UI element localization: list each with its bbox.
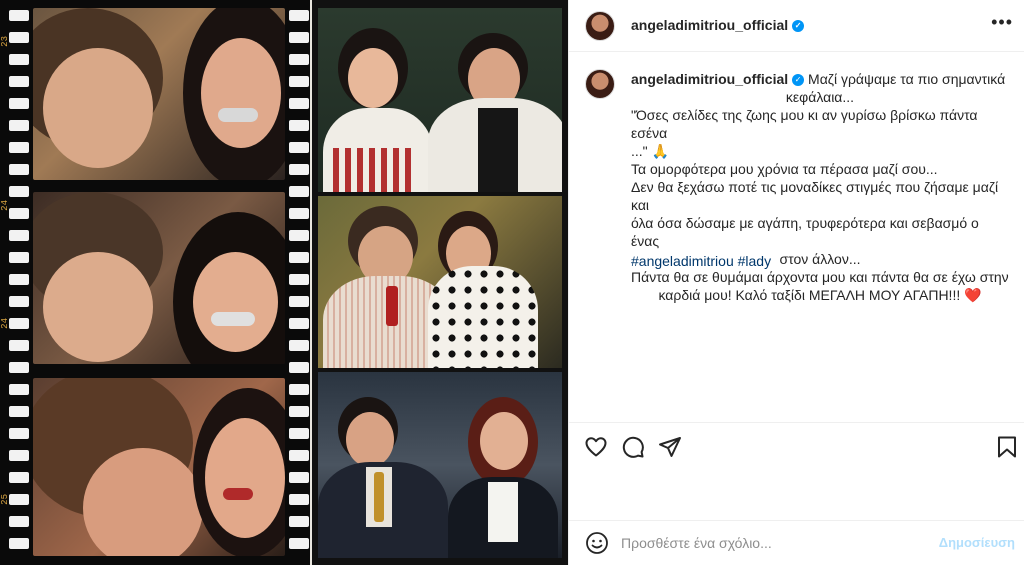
sprocket-hole <box>289 142 309 153</box>
sprocket-hole <box>9 76 29 87</box>
sprocket-hole <box>9 10 29 21</box>
sprocket-hole <box>9 186 29 197</box>
sprocket-hole <box>9 32 29 43</box>
sprocket-hole <box>289 362 309 373</box>
sprocket-hole <box>9 428 29 439</box>
sprocket-hole <box>9 472 29 483</box>
frame-number: 24 <box>0 318 10 329</box>
sprocket-holes-right <box>286 0 312 565</box>
sprocket-hole <box>289 230 309 241</box>
avatar[interactable] <box>585 11 615 41</box>
verified-badge-icon: ✓ <box>792 20 805 33</box>
sprocket-hole <box>9 494 29 505</box>
photo-collage <box>312 0 568 565</box>
sprocket-hole <box>9 230 29 241</box>
caption-line: Δεν θα ξεχάσω ποτέ τις μοναδίκες στιγμές… <box>631 179 999 213</box>
sprocket-hole <box>289 296 309 307</box>
sprocket-hole <box>9 252 29 263</box>
sprocket-hole <box>9 384 29 395</box>
header-username[interactable]: angeladimitriou_official ✓ <box>631 17 805 33</box>
sprocket-hole <box>9 164 29 175</box>
sprocket-hole <box>289 98 309 109</box>
caption-line: Πάντα θα σε θυμάμαι άρχοντα μου και πάντ… <box>631 269 1009 285</box>
sprocket-hole <box>289 274 309 285</box>
sprocket-hole <box>289 428 309 439</box>
send-icon[interactable] <box>658 435 682 459</box>
sprocket-hole <box>9 296 29 307</box>
caption-line: όλα όσα δώσαμε με αγάπη, τρυφερότερα και… <box>631 215 979 249</box>
hashtag-link[interactable]: #lady <box>738 253 771 269</box>
heart-icon[interactable] <box>584 435 608 459</box>
post-details-panel: angeladimitriou_official ✓ ••• angeladimi… <box>568 0 1024 565</box>
film-frame-photo <box>33 378 285 556</box>
sprocket-hole <box>289 32 309 43</box>
comment-input[interactable] <box>621 531 921 555</box>
caption-line: "Όσες σελίδες της ζωης μου κι αν γυρίσω … <box>631 107 978 141</box>
post-comment-button[interactable]: Δημοσίευση <box>939 535 1015 550</box>
sprocket-hole <box>9 208 29 219</box>
sprocket-hole <box>289 186 309 197</box>
frame-number: 23 <box>0 36 10 47</box>
frame-number: 25 <box>0 494 10 505</box>
frame-number: 24 <box>0 200 10 211</box>
sprocket-hole <box>9 450 29 461</box>
post-image[interactable]: 23 24 24 25 <box>0 0 568 565</box>
sprocket-hole <box>289 54 309 65</box>
sprocket-hole <box>289 10 309 21</box>
sprocket-hole <box>289 384 309 395</box>
sprocket-hole <box>9 318 29 329</box>
caption-line: καρδιά μου! Καλό ταξίδι ΜΕΓΑΛΗ ΜΟΥ ΑΓΑΠΗ… <box>658 287 982 303</box>
filmstrip: 23 24 24 25 <box>0 0 312 565</box>
caption-username[interactable]: angeladimitriou_official <box>631 71 788 87</box>
sprocket-hole <box>9 406 29 417</box>
film-frame-photo <box>33 192 285 364</box>
sprocket-hole <box>9 362 29 373</box>
comment-bar: Δημοσίευση <box>569 520 1024 565</box>
sprocket-hole <box>289 494 309 505</box>
film-frame-photo <box>33 8 285 180</box>
caption-line: Μαζί γράψαμε τα πιο σημαντικά <box>808 71 1006 87</box>
bookmark-icon[interactable] <box>995 435 1019 459</box>
sprocket-hole <box>289 164 309 175</box>
sprocket-hole <box>9 274 29 285</box>
sprocket-hole <box>289 318 309 329</box>
caption-line: κεφάλαια... <box>785 89 855 105</box>
hashtag-link[interactable]: #angeladimitriou <box>631 253 734 269</box>
post-header: angeladimitriou_official ✓ ••• <box>569 0 1024 52</box>
sprocket-hole <box>289 208 309 219</box>
sprocket-hole <box>289 472 309 483</box>
emoji-icon[interactable] <box>585 531 609 555</box>
sprocket-hole <box>289 76 309 87</box>
post-actions <box>569 422 1024 468</box>
collage-photo <box>318 8 562 192</box>
sprocket-hole <box>289 406 309 417</box>
sprocket-hole <box>9 54 29 65</box>
caption-avatar[interactable] <box>585 69 615 99</box>
collage-photo <box>318 196 562 368</box>
sprocket-hole <box>9 340 29 351</box>
sprocket-hole <box>9 516 29 527</box>
sprocket-hole <box>9 538 29 549</box>
sprocket-hole <box>9 142 29 153</box>
sprocket-hole <box>9 98 29 109</box>
sprocket-hole <box>289 516 309 527</box>
caption-line: Τα ομορφότερα μου χρόνια τα πέρασα μαζί … <box>631 161 938 177</box>
verified-badge-icon: ✓ <box>792 74 805 87</box>
sprocket-hole <box>289 538 309 549</box>
sprocket-hole <box>289 252 309 263</box>
sprocket-holes-left <box>6 0 32 565</box>
comment-icon[interactable] <box>621 435 645 459</box>
hashtags: #angeladimitriou #lady <box>631 253 771 269</box>
more-options-icon[interactable]: ••• <box>991 12 1013 33</box>
sprocket-hole <box>289 340 309 351</box>
collage-photo <box>318 372 562 558</box>
caption-line: ..." 🙏 <box>631 143 669 159</box>
sprocket-hole <box>9 120 29 131</box>
sprocket-hole <box>289 120 309 131</box>
sprocket-hole <box>289 450 309 461</box>
